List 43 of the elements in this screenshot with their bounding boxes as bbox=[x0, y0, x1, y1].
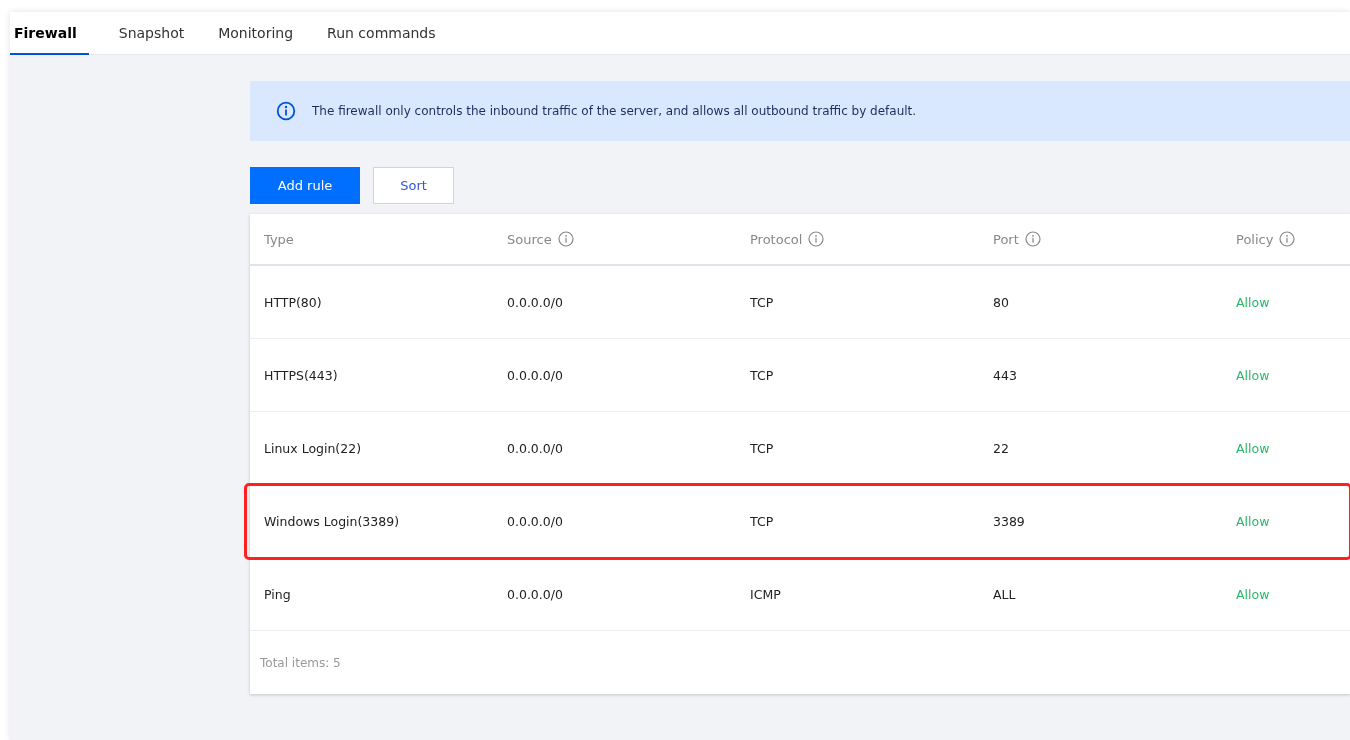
sort-button[interactable]: Sort bbox=[373, 167, 454, 204]
column-header: Policy bbox=[1236, 231, 1274, 247]
info-icon[interactable] bbox=[1279, 231, 1296, 247]
table-cell-text: 0.0.0.0/0 bbox=[507, 586, 564, 602]
tab[interactable]: Monitoring bbox=[214, 12, 298, 55]
tab[interactable]: Firewall bbox=[10, 12, 89, 55]
tab[interactable]: Run commands bbox=[323, 12, 440, 55]
column-header: Type bbox=[264, 231, 294, 247]
table-cell-text: 0.0.0.0/0 bbox=[507, 294, 564, 310]
table-cell-text: Allow bbox=[1236, 586, 1271, 602]
table-cell-text: Allow bbox=[1236, 367, 1271, 383]
column-header: Port bbox=[993, 231, 1019, 247]
info-icon[interactable] bbox=[808, 231, 825, 247]
info-icon[interactable] bbox=[557, 231, 574, 247]
table-cell-text: Allow bbox=[1236, 513, 1271, 529]
table-cell-text: TCP bbox=[750, 367, 775, 383]
table-cell-text: Windows Login(3389) bbox=[264, 513, 401, 529]
table-cell-text: TCP bbox=[750, 440, 775, 456]
table-cell-text: TCP bbox=[750, 513, 775, 529]
table-cell-text: 22 bbox=[993, 440, 1010, 456]
table-cell-text: 3389 bbox=[993, 513, 1026, 529]
info-icon[interactable] bbox=[1024, 231, 1041, 247]
add-rule-button[interactable]: Add rule bbox=[250, 167, 360, 204]
table-cell-text: ICMP bbox=[750, 586, 782, 602]
table-cell-text: ALL bbox=[993, 586, 1017, 602]
table-cell-text: 0.0.0.0/0 bbox=[507, 513, 564, 529]
column-header: Source bbox=[507, 231, 552, 247]
table-cell-text: 0.0.0.0/0 bbox=[507, 440, 564, 456]
table-cell-text: Linux Login(22) bbox=[264, 440, 363, 456]
info-text: The firewall only controls the inbound traffic of the server, and allows all outbound traffic by default. bbox=[312, 104, 917, 118]
table-cell-text: 80 bbox=[993, 294, 1010, 310]
table-cell-text: Ping bbox=[264, 586, 292, 602]
table-cell-text: Allow bbox=[1236, 440, 1271, 456]
table-cell-text: 0.0.0.0/0 bbox=[507, 367, 564, 383]
table-cell-text: HTTPS(443) bbox=[264, 367, 339, 383]
total-items: Total items: 5 bbox=[260, 655, 341, 670]
table-cell-text: TCP bbox=[750, 294, 775, 310]
table-cell-text: HTTP(80) bbox=[264, 294, 323, 310]
table-cell-text: Allow bbox=[1236, 294, 1271, 310]
info-icon bbox=[276, 101, 296, 121]
table-cell-text: 443 bbox=[993, 367, 1018, 383]
tab[interactable]: Snapshot bbox=[114, 12, 189, 55]
column-header: Protocol bbox=[750, 231, 803, 247]
